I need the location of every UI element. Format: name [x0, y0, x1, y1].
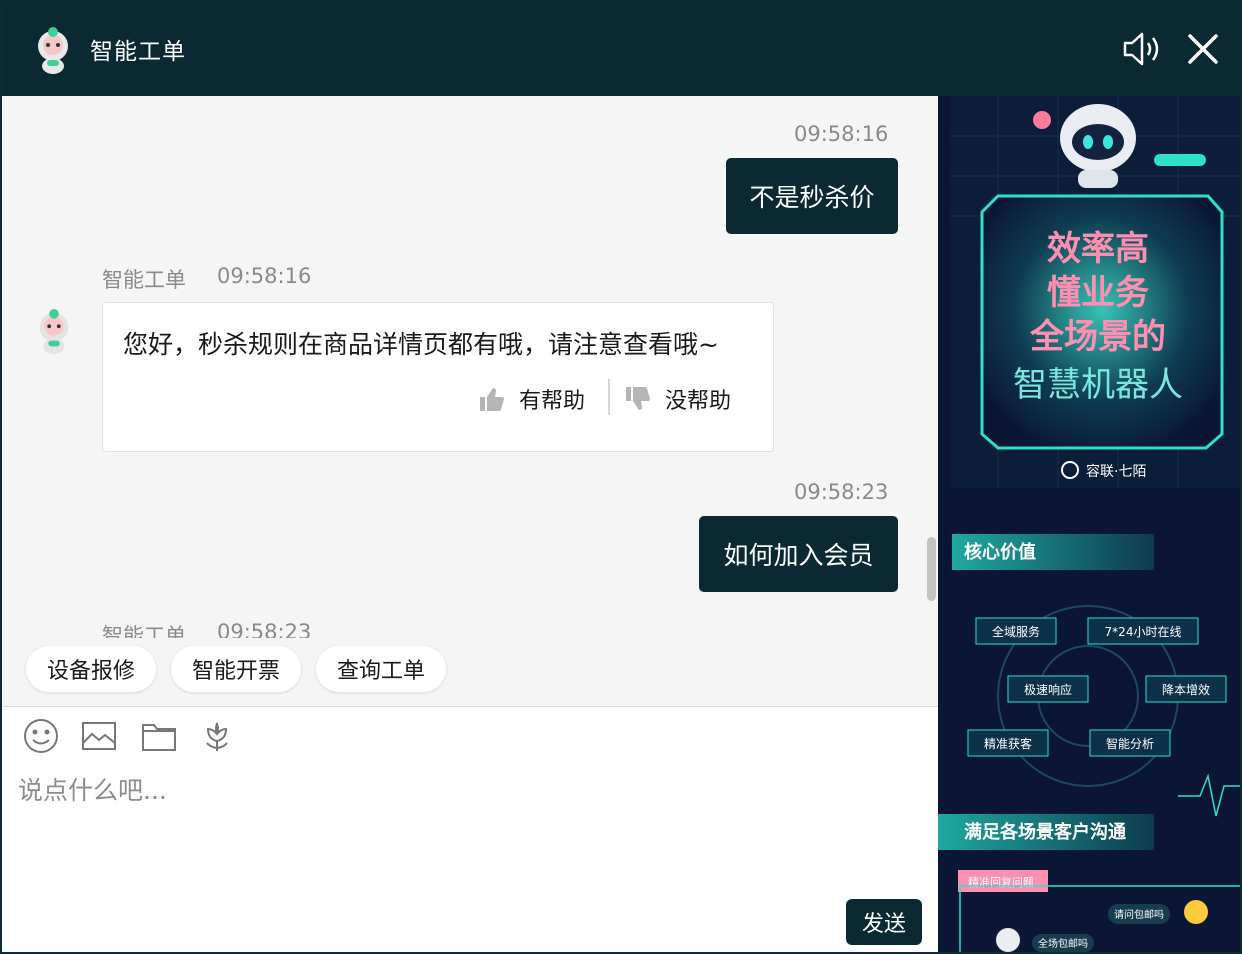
banner-headline-1: 效率高 [1047, 229, 1149, 269]
helpful-label: 有帮助 [519, 389, 586, 414]
thumbs-down-icon [626, 387, 650, 410]
folder-icon[interactable] [140, 717, 178, 755]
speaker-icon[interactable] [1120, 30, 1162, 68]
value-chip-4: 降本增效 [1162, 682, 1210, 697]
scrollbar-thumb[interactable] [927, 537, 936, 601]
flower-icon[interactable] [198, 717, 236, 755]
chat-window: 智能工单 09:58:16 不是秒杀价 智能工单 09:58:16 您好，秒杀规… [0, 0, 1242, 954]
banner-brand: 容联·七陌 [1086, 463, 1146, 480]
helpful-button[interactable]: 有帮助 [479, 383, 585, 415]
bot-name: 智能工单 [102, 624, 186, 638]
message-time: 09:58:23 [217, 620, 312, 638]
bot-name: 智能工单 [102, 268, 186, 292]
quick-button-invoice[interactable]: 智能开票 [171, 646, 301, 692]
value-chip-1: 全域服务 [992, 624, 1040, 639]
message-input[interactable]: 说点什么吧... [18, 771, 167, 807]
window-title: 智能工单 [90, 39, 186, 65]
user-message-bubble: 不是秒杀价 [726, 158, 898, 234]
message-time: 09:58:16 [794, 122, 889, 146]
message-time: 09:58:23 [794, 480, 889, 504]
banner-chip-1: 请问包邮吗 [1114, 908, 1164, 921]
not-helpful-button[interactable]: 没帮助 [625, 383, 731, 415]
quick-button-ticket[interactable]: 查询工单 [316, 646, 446, 692]
image-icon[interactable] [80, 717, 118, 755]
banner-chip-2: 全场包邮吗 [1038, 937, 1088, 950]
banner-headline-4: 智慧机器人 [1013, 365, 1183, 405]
message-time: 09:58:16 [217, 264, 312, 288]
bot-message-text: 您好，秒杀规则在商品详情页都有哦，请注意查看哦~ [123, 330, 719, 359]
message-list[interactable]: 09:58:16 不是秒杀价 智能工单 09:58:16 您好，秒杀规则在商品详… [2, 96, 938, 638]
promo-banner: 效率高 懂业务 全场景的 智慧机器人 容联·七陌 核心价值 全域服务 7*24小… [938, 96, 1240, 952]
banner-headline-2: 懂业务 [1047, 273, 1149, 313]
banner-section-core-value: 核心价值 [964, 541, 1036, 563]
banner-tag: 精准回复问题 [968, 875, 1034, 889]
quick-reply-bar: 设备报修 智能开票 查询工单 [2, 638, 938, 706]
send-button[interactable]: 发送 [846, 899, 922, 945]
thumbs-up-icon [480, 388, 504, 411]
bot-message-card: 您好，秒杀规则在商品详情页都有哦，请注意查看哦~ 有帮助 没帮助 [102, 302, 774, 452]
value-chip-2: 7*24小时在线 [1105, 625, 1182, 639]
user-message-bubble: 如何加入会员 [699, 516, 898, 592]
banner-headline-3: 全场景的 [1029, 317, 1166, 357]
robot-avatar-icon [38, 27, 68, 74]
value-chip-5: 精准获客 [984, 736, 1032, 751]
quick-button-repair[interactable]: 设备报修 [26, 646, 156, 692]
input-area: 说点什么吧... 发送 [2, 706, 938, 952]
divider [608, 379, 610, 415]
promo-banner-art: 效率高 懂业务 全场景的 智慧机器人 容联·七陌 核心价值 全域服务 7*24小… [938, 96, 1240, 952]
value-chip-3: 极速响应 [1024, 682, 1072, 697]
not-helpful-label: 没帮助 [665, 389, 732, 414]
header-bar: 智能工单 [2, 2, 1240, 96]
value-chip-6: 智能分析 [1106, 736, 1154, 751]
bot-avatar-icon [39, 309, 69, 354]
close-icon[interactable] [1184, 30, 1222, 68]
banner-section-scenarios: 满足各场景客户沟通 [964, 821, 1126, 843]
emoji-icon[interactable] [22, 717, 60, 755]
